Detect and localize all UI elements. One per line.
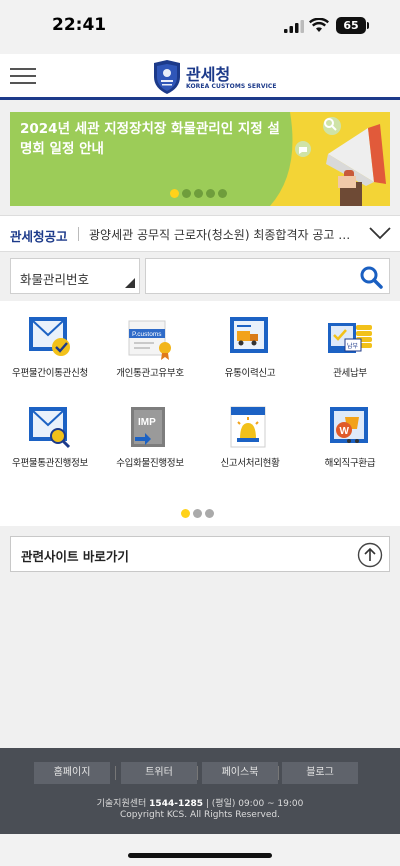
menu-item-label: 해외직구환급: [324, 458, 376, 469]
menu-item-label: 신고서처리현황: [220, 458, 280, 469]
footer-link-homepage[interactable]: 홈페이지: [34, 762, 110, 784]
menu-item-report-status[interactable]: 신고서처리현황: [200, 391, 300, 471]
copyright-text: Copyright KCS. All Rights Reserved.: [120, 810, 280, 820]
dropdown-triangle-icon: [125, 278, 135, 288]
search-input[interactable]: [152, 265, 352, 287]
menu-item-label: 우편물통관진행정보: [12, 458, 88, 469]
svg-text:IMP: IMP: [138, 417, 156, 428]
svg-text:P.customs: P.customs: [132, 331, 162, 338]
footer-link-facebook[interactable]: 페이스북: [202, 762, 278, 784]
menu-item-label: 수입화물진행정보: [116, 458, 184, 469]
footer-link-twitter[interactable]: 트위터: [121, 762, 197, 784]
tax-payment-icon: 납부: [328, 323, 372, 353]
pcustoms-card-icon: P.customs: [128, 320, 171, 360]
banner-dot[interactable]: [194, 189, 203, 198]
logo-subtitle: KOREA CUSTOMS SERVICE: [186, 83, 277, 90]
menu-item-label: 유통이력신고: [224, 368, 276, 379]
menu-item-overseas-refund[interactable]: W 해외직구환급: [300, 391, 400, 471]
megaphone-icon: [270, 112, 390, 206]
notice-label[interactable]: 관세청공고: [10, 226, 68, 245]
home-indicator-area: [0, 834, 400, 866]
banner-dot[interactable]: [206, 189, 215, 198]
menu-page-dot[interactable]: [205, 509, 214, 518]
banner-text: 2024년 세관 지정장치장 화물관리인 지정 설명회 일정 안내: [20, 121, 280, 157]
menu-item-tax-payment[interactable]: 납부 관세납부: [300, 301, 400, 381]
menu-page-dot[interactable]: [193, 509, 202, 518]
banner-dot[interactable]: [218, 189, 227, 198]
menu-item-label: 개인통관고유부호: [116, 368, 184, 379]
chevron-down-icon[interactable]: [369, 226, 391, 240]
menu-item-mail-clearance[interactable]: 우편물간이통관신청: [0, 301, 100, 381]
home-indicator[interactable]: [128, 853, 272, 858]
support-center-label: 기술지원센터: [96, 799, 147, 809]
search-icon[interactable]: [359, 265, 383, 289]
footer-divider: [197, 766, 198, 780]
related-sites-label: 관련사이트 바로가기: [21, 549, 129, 564]
related-sites-button[interactable]: 관련사이트 바로가기: [10, 536, 390, 572]
kcs-logo[interactable]: 관세청 KOREA CUSTOMS SERVICE: [152, 60, 277, 94]
app-header: 관세청 KOREA CUSTOMS SERVICE: [0, 54, 400, 100]
support-phone[interactable]: 1544-1285: [149, 799, 203, 809]
cellular-signal-icon: [284, 20, 304, 33]
notice-divider: [78, 227, 79, 241]
overseas-refund-icon: W: [330, 407, 368, 443]
menu-item-import-cargo[interactable]: IMP 수입화물진행정보: [100, 391, 200, 471]
notice-bar: 관세청공고 광양세관 공무직 근로자(청소원) 최종합격자 공고 및…: [0, 215, 400, 252]
arrow-up-circle-icon[interactable]: [357, 542, 383, 568]
logo-title: 관세청: [186, 65, 231, 84]
customs-emblem-icon: [154, 60, 180, 94]
footer-info: 기술지원센터 1544-1285 | (평일) 09:00 ~ 19:00 Co…: [0, 799, 400, 821]
menu-item-label: 관세납부: [333, 368, 367, 379]
menu-item-personal-code[interactable]: P.customs 개인통관고유부호: [100, 301, 200, 381]
menu-item-mail-progress[interactable]: 우편물통관진행정보: [0, 391, 100, 471]
footer-divider: [278, 766, 279, 780]
footer: 홈페이지 트위터 페이스북 블로그 기술지원센터 1544-1285 | (평일…: [0, 748, 400, 834]
search-field[interactable]: [145, 258, 390, 294]
notice-text[interactable]: 광양세관 공무직 근로자(청소원) 최종합격자 공고 및…: [89, 226, 361, 243]
quick-menu: 우편물간이통관신청 P.customs 개인통관고유부호 유통이력신고 납부 관…: [0, 301, 400, 526]
search-type-select[interactable]: 화물관리번호: [10, 258, 140, 294]
report-alarm-icon: [230, 406, 266, 448]
support-hours: | (평일) 09:00 ~ 19:00: [205, 799, 304, 809]
search-type-value: 화물관리번호: [20, 272, 90, 287]
wifi-icon: [309, 18, 329, 32]
menu-pagination[interactable]: [181, 503, 217, 522]
hamburger-menu-icon[interactable]: [10, 66, 36, 86]
menu-item-label: 우편물간이통관신청: [12, 368, 88, 379]
banner-dot[interactable]: [182, 189, 191, 198]
battery-icon: [367, 22, 369, 29]
menu-page-dot[interactable]: [181, 509, 190, 518]
footer-link-blog[interactable]: 블로그: [282, 762, 358, 784]
truck-delivery-icon: [230, 317, 268, 353]
status-bar: 22:41 65: [0, 0, 400, 54]
mail-search-icon: [29, 407, 71, 449]
search-section: 화물관리번호: [0, 252, 400, 301]
svg-text:납부: 납부: [347, 342, 359, 350]
status-time: 22:41: [52, 15, 107, 35]
menu-item-distribution[interactable]: 유통이력신고: [200, 301, 300, 381]
promo-banner[interactable]: 2024년 세관 지정장치장 화물관리인 지정 설명회 일정 안내: [10, 112, 390, 206]
banner-pagination[interactable]: [170, 183, 230, 202]
import-cargo-icon: IMP: [131, 407, 165, 447]
mail-check-icon: [29, 317, 70, 356]
banner-dot[interactable]: [170, 189, 179, 198]
footer-divider: [115, 766, 116, 780]
svg-text:W: W: [340, 426, 350, 437]
battery-level: 65: [336, 17, 366, 34]
